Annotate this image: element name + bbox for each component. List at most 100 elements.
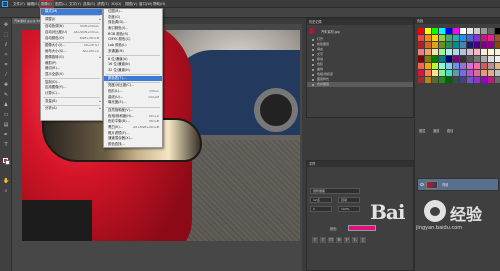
color-swatch[interactable] [495,35,500,41]
color-swatch[interactable] [439,49,445,55]
color-swatch[interactable] [425,77,431,83]
color-swatch[interactable] [453,49,459,55]
menu-item[interactable]: 编辑(E) [26,1,40,7]
gradient-tool-icon[interactable]: ▤ [3,122,9,128]
menu-row[interactable]: 颜色表(T)... [104,75,162,82]
color-swatch[interactable] [481,70,487,76]
color-swatch[interactable] [460,28,466,34]
color-swatch[interactable] [481,63,487,69]
color-swatch[interactable] [432,49,438,55]
menu-item[interactable]: 帮助(H) [152,1,166,7]
history-step[interactable]: 合并图层 [307,82,413,87]
color-swatch[interactable] [425,35,431,41]
menu-row[interactable]: 计算(C)... [41,91,102,97]
font-size-field[interactable]: 12点 [310,197,332,203]
faux-italic-button[interactable]: T [320,237,326,243]
type-tool-icon[interactable]: T [3,142,9,148]
menu-row[interactable]: 自动颜色(O) Shift+Ctrl+B [41,36,102,42]
color-swatch[interactable] [495,49,500,55]
layer-name[interactable]: 背景 [442,182,448,187]
color-swatch[interactable] [432,63,438,69]
menu-row[interactable]: 多通道(M) [104,49,162,55]
swatch-grid[interactable] [418,28,500,83]
color-swatch[interactable] [474,35,480,41]
color-swatch[interactable] [418,42,424,48]
clone-stamp-tool-icon[interactable]: ♟ [3,102,9,108]
color-swatch[interactable] [439,63,445,69]
all-caps-button[interactable]: TT [328,237,334,243]
menu-item[interactable]: 图层(L) [54,1,68,7]
menu-row[interactable]: 调整(J) [41,17,102,23]
color-swatch[interactable] [495,56,500,62]
menu-row[interactable]: 32 位/通道(H) [104,68,162,74]
color-swatch[interactable] [481,28,487,34]
color-swatch[interactable] [432,28,438,34]
crop-tool-icon[interactable]: ⌗ [3,62,9,68]
superscript-button[interactable]: T¹ [344,237,350,243]
tracking-field[interactable]: 0 [310,206,332,212]
color-swatch[interactable] [460,70,466,76]
color-swatch[interactable] [418,28,424,34]
color-swatch[interactable] [488,56,494,62]
marquee-tool-icon[interactable]: ⬚ [3,32,9,38]
color-swatch[interactable] [467,63,473,69]
color-swatch[interactable] [425,63,431,69]
color-swatch[interactable] [453,35,459,41]
color-swatch[interactable] [488,42,494,48]
hand-tool-icon[interactable]: ✋ [3,178,9,184]
zoom-tool-icon[interactable]: ⌕ [3,188,9,194]
eye-icon[interactable] [420,183,424,186]
color-swatch[interactable] [418,56,424,62]
color-swatch[interactable] [481,35,487,41]
color-swatch[interactable] [453,63,459,69]
menu-row[interactable]: 颜色查找... [104,142,162,148]
color-swatch[interactable] [495,63,500,69]
menu-row[interactable]: 变量(B) [41,99,102,105]
color-swatch[interactable] [481,49,487,55]
color-swatch[interactable] [425,42,431,48]
color-swatch[interactable] [453,42,459,48]
color-swatch[interactable] [474,56,480,62]
color-swatch[interactable] [460,63,466,69]
menu-item[interactable]: 窗口(W) [138,1,153,7]
color-swatch[interactable] [453,28,459,34]
color-swatch[interactable] [474,70,480,76]
layers-panel-tab[interactable]: 图层 [417,128,427,134]
color-swatch[interactable] [453,70,459,76]
layers-panel-tab[interactable]: 路径 [445,128,455,134]
menu-row[interactable]: 曝光度(E)... [104,100,162,106]
color-swatch[interactable] [446,70,452,76]
menu-item[interactable]: 滤镜(T) [96,1,110,7]
color-swatch[interactable] [467,35,473,41]
color-swatch[interactable] [474,63,480,69]
color-swatch[interactable] [418,70,424,76]
eyedropper-tool-icon[interactable]: ⁄ [3,72,9,78]
menu-item[interactable]: 文字(Y) [68,1,82,7]
menu-row[interactable]: 分析(A) [41,106,102,112]
color-swatch[interactable] [432,35,438,41]
color-swatch[interactable] [481,77,487,83]
color-swatch[interactable] [481,42,487,48]
layers-panel-tab[interactable]: 通道 [431,128,441,134]
color-swatch[interactable] [467,56,473,62]
color-swatch[interactable] [425,56,431,62]
menu-item[interactable]: 文件(F) [12,1,26,7]
subscript-button[interactable]: T₁ [352,237,358,243]
color-swatch[interactable] [425,28,431,34]
menu-item[interactable]: 3D(D) [110,1,122,7]
color-swatch[interactable] [488,63,494,69]
layer-row[interactable]: 背景 [417,178,499,191]
small-caps-button[interactable]: Tt [336,237,342,243]
color-swatch[interactable] [418,63,424,69]
healing-brush-tool-icon[interactable]: ✚ [3,82,9,88]
color-swatch[interactable] [425,49,431,55]
vertical-scale-field[interactable]: 100% [338,206,360,212]
menu-item[interactable]: 视图(V) [124,1,138,7]
color-swatch[interactable] [481,56,487,62]
color-swatch[interactable] [432,42,438,48]
color-swatch[interactable] [495,77,500,83]
swatches-panel-title[interactable]: 色板 [415,18,500,24]
magic-wand-tool-icon[interactable]: ✧ [3,52,9,58]
color-swatch[interactable] [453,77,459,83]
underline-button[interactable]: T̲ [360,237,366,243]
